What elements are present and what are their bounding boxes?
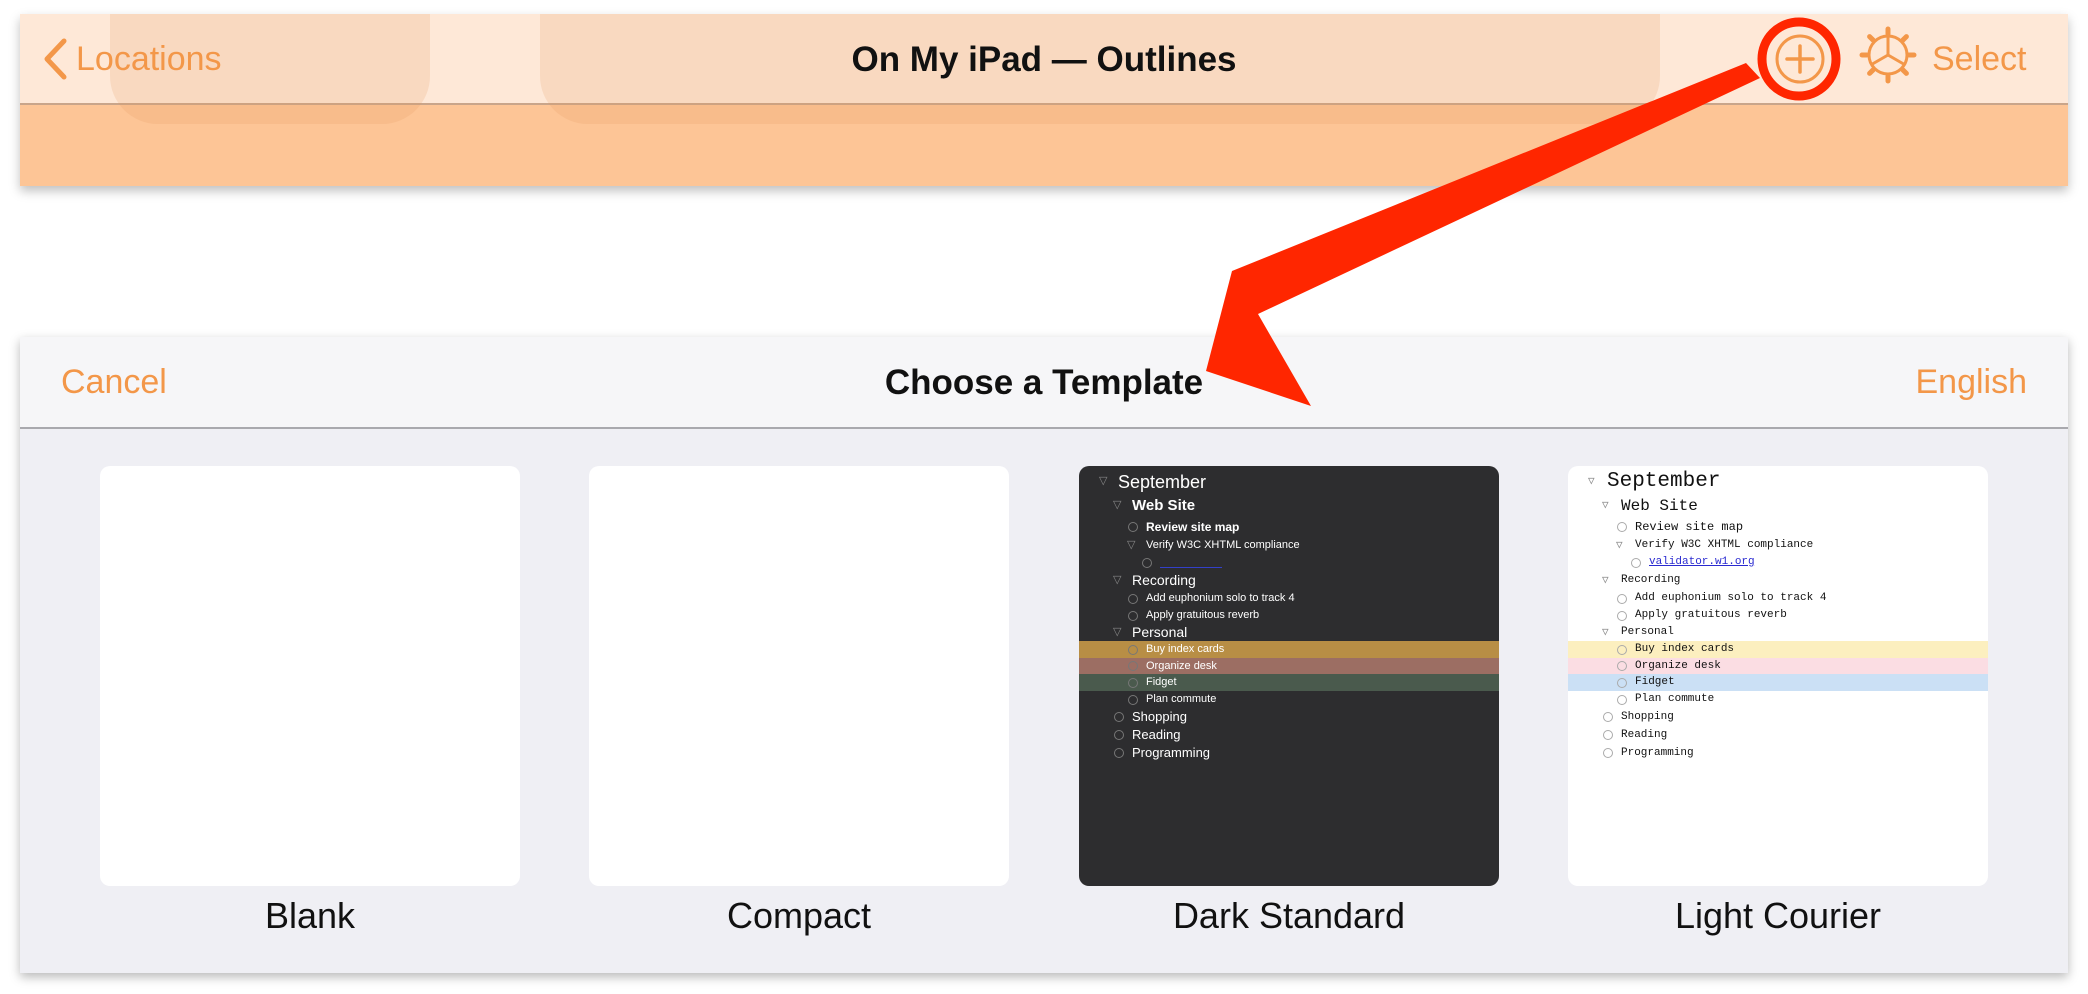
annotation-highlight-circle [1757,17,1841,101]
annotation-arrow [1206,63,1760,406]
annotation-overlay [1206,17,1841,406]
